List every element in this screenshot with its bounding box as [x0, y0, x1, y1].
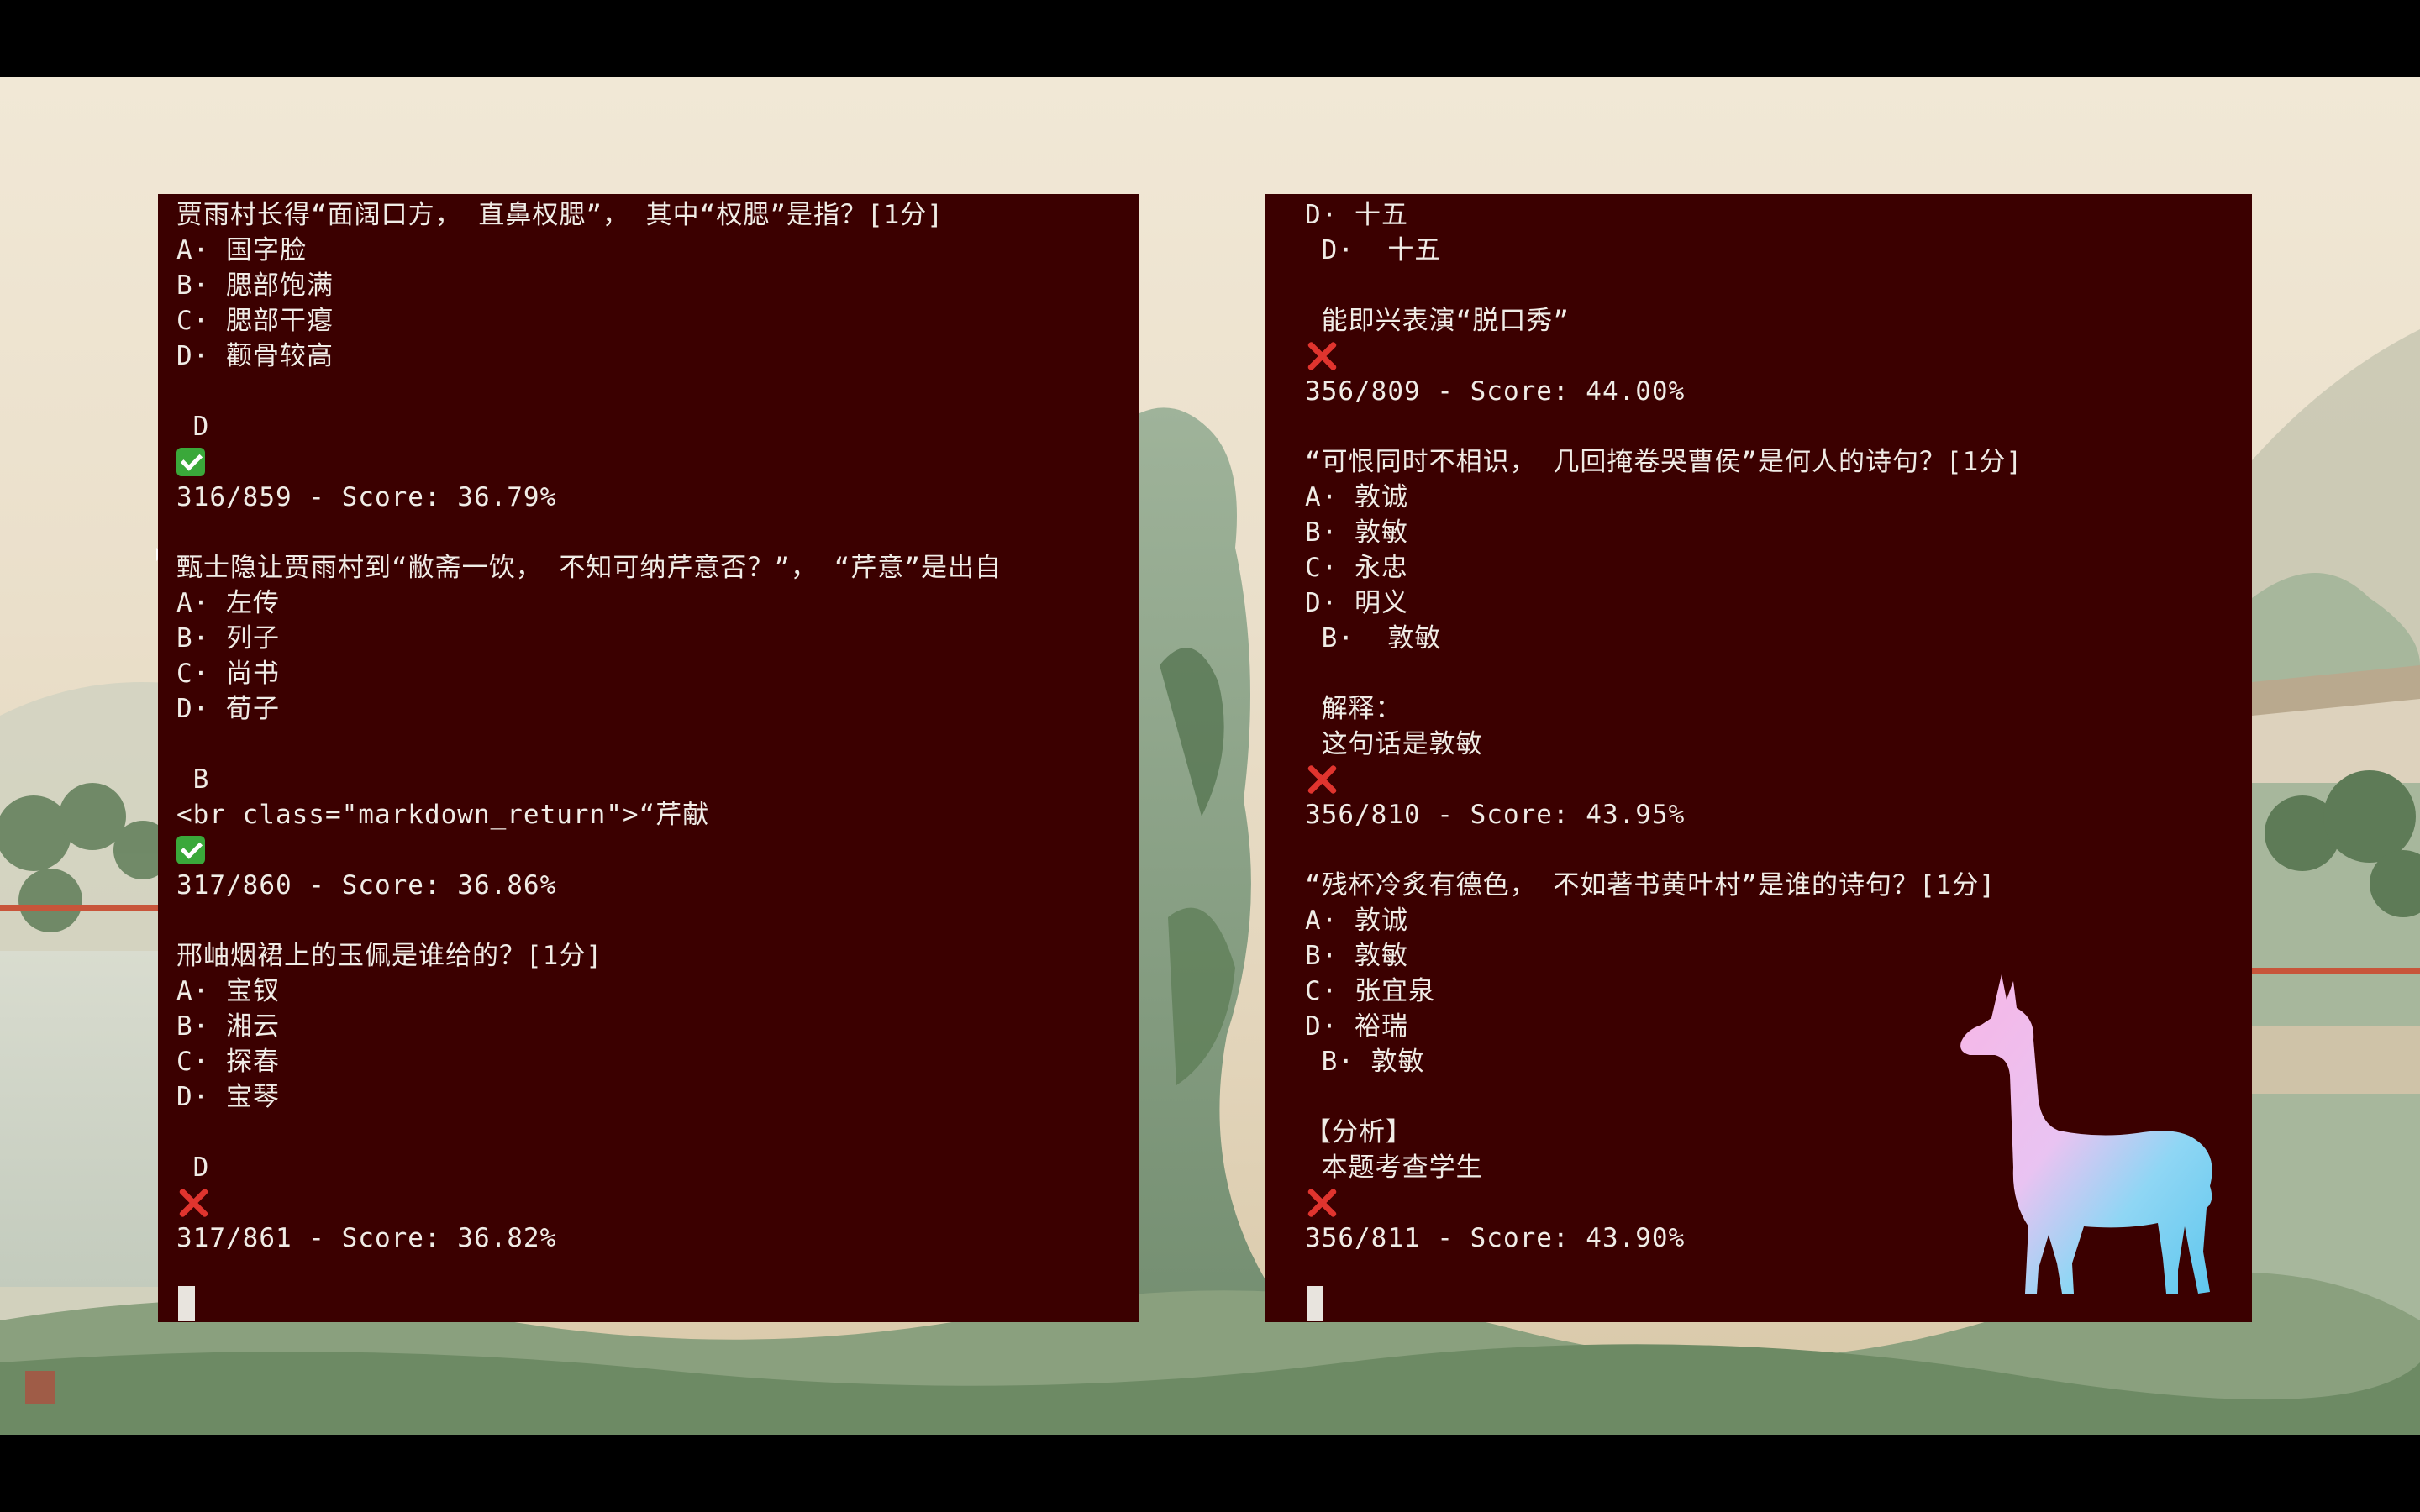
terminal-line: C· 尚书: [176, 659, 280, 689]
terminal-line: A· 左传: [176, 588, 280, 618]
cross-mark-icon: [1305, 339, 1339, 373]
terminal-line: 这句话是敦敏: [1305, 729, 1483, 759]
check-mark-icon: [176, 447, 205, 476]
terminal-line: A· 国字脸: [176, 235, 307, 265]
cross-mark-icon: [1305, 763, 1339, 796]
correct-check-icon: [176, 832, 1139, 868]
terminal-line: B· 列子: [176, 623, 280, 654]
terminal-line: D· 宝琴: [176, 1082, 280, 1112]
terminal-line: D· 十五: [1305, 235, 1442, 265]
terminal-line: B: [176, 764, 210, 795]
terminal-line: D· 颧骨较高: [176, 341, 334, 371]
terminal-line: 邢岫烟裙上的玉佩是谁给的？[1分]: [176, 941, 602, 971]
terminal-line: C· 探春: [176, 1047, 280, 1077]
wrong-cross-icon: [1305, 339, 2252, 374]
terminal-line: D· 明义: [1305, 588, 1408, 618]
letterbox-bottom: [0, 1435, 2420, 1512]
terminal-line: D· 荀子: [176, 694, 280, 724]
wrong-cross-icon: [176, 1185, 1139, 1221]
terminal-line: “可恨同时不相识， 几回掩卷哭曹侯”是何人的诗句？[1分]: [1305, 447, 2023, 477]
terminal-line: 356/810 - Score: 43.95%: [1305, 800, 1686, 830]
terminal-line: 能即兴表演“脱口秀”: [1305, 306, 1570, 336]
check-mark-icon: [176, 835, 205, 864]
terminal-line: B· 湘云: [176, 1011, 280, 1042]
terminal-line: C· 腮部干瘪: [176, 306, 334, 336]
left-terminal-window[interactable]: 贾雨村长得“面阔口方， 直鼻权腮”， 其中“权腮”是指？[1分] A· 国字脸 B·…: [158, 194, 1139, 1322]
terminal-line: B· 敦敏: [1305, 517, 1408, 548]
terminal-line: C· 永忠: [1305, 553, 1408, 583]
terminal-line: A· 敦诚: [1305, 482, 1408, 512]
terminal-cursor-icon: [1307, 1286, 1323, 1321]
terminal-line: “残杯冷炙有德色， 不如著书黄叶村”是谁的诗句？[1分]: [1305, 870, 1996, 900]
terminal-line: D: [176, 412, 210, 442]
terminal-line: 贾雨村长得“面阔口方， 直鼻权腮”， 其中“权腮”是指？[1分]: [176, 200, 944, 230]
left-terminal-output: 贾雨村长得“面阔口方， 直鼻权腮”， 其中“权腮”是指？[1分] A· 国字脸 B·…: [176, 197, 1139, 1256]
correct-check-icon: [176, 444, 1139, 480]
llama-logo-icon: [1960, 974, 2212, 1294]
terminal-line: B· 敦敏: [1305, 941, 1408, 971]
terminal-line: A· 敦诚: [1305, 906, 1408, 936]
cross-mark-icon: [176, 1186, 210, 1220]
terminal-line: D: [176, 1152, 210, 1183]
letterbox-top: [0, 0, 2420, 77]
terminal-line: B· 敦敏: [1305, 623, 1442, 654]
terminal-line: 317/861 - Score: 36.82%: [176, 1223, 557, 1253]
terminal-line: 317/860 - Score: 36.86%: [176, 870, 557, 900]
terminal-line: 甄士隐让贾雨村到“敝斋一饮， 不知可纳芹意否？”， “芹意”是出自: [176, 553, 1002, 583]
cross-mark-icon: [1305, 1186, 1339, 1220]
terminal-line: D· 十五: [1305, 200, 1408, 230]
terminal-line: A· 宝钗: [176, 976, 280, 1006]
terminal-line: 316/859 - Score: 36.79%: [176, 482, 557, 512]
wrong-cross-icon: [1305, 762, 2252, 797]
terminal-line: 356/809 - Score: 44.00%: [1305, 376, 1686, 407]
terminal-cursor-icon: [178, 1286, 195, 1321]
terminal-line: 解释：: [1305, 694, 1402, 724]
terminal-line: <br class="markdown_return">“芹献: [176, 800, 710, 830]
terminal-line: B· 腮部饱满: [176, 270, 334, 301]
